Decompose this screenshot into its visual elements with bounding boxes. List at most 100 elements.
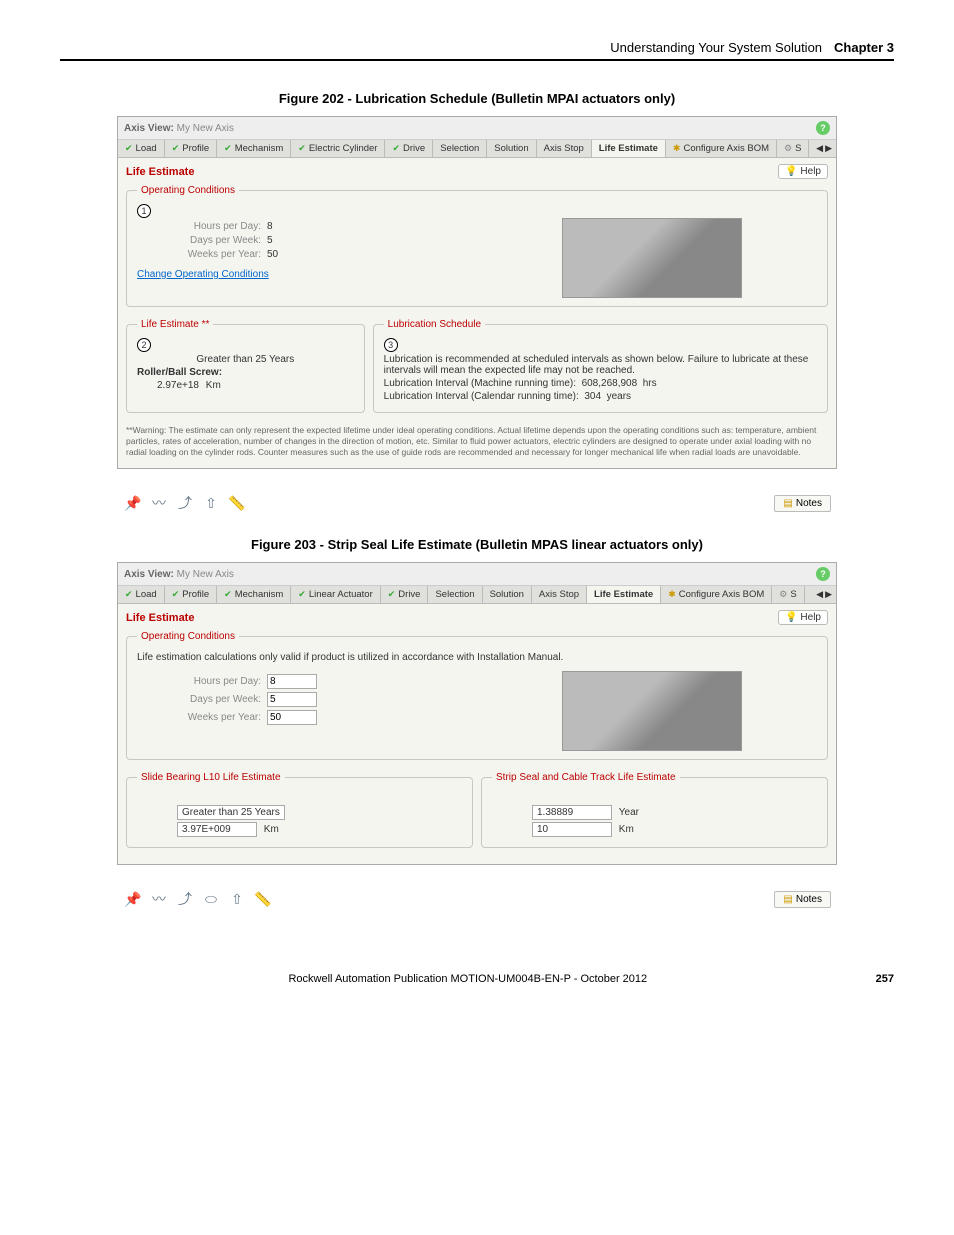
actuator-image: [562, 671, 742, 751]
check-icon: ✔: [224, 589, 232, 600]
lubrication-note: Lubrication is recommended at scheduled …: [384, 354, 817, 376]
oc-note: Life estimation calculations only valid …: [137, 652, 817, 663]
tab-drive[interactable]: ✔Drive: [385, 140, 433, 157]
lubrication-schedule-legend: Lubrication Schedule: [384, 319, 485, 330]
tab-scroll: ◀ ▶: [812, 586, 836, 603]
tab-scroll-right-icon[interactable]: ▶: [825, 143, 832, 154]
ruler-icon[interactable]: 📏: [227, 493, 247, 513]
hours-per-day-input[interactable]: [267, 674, 317, 689]
life-estimate-fieldset: Life Estimate ** 2 Greater than 25 Years…: [126, 319, 365, 413]
gt25-text: Greater than 25 Years: [137, 354, 354, 365]
weeks-per-year-input[interactable]: [267, 710, 317, 725]
page-footer: Rockwell Automation Publication MOTION-U…: [60, 933, 894, 985]
tab-life-estimate[interactable]: Life Estimate: [587, 586, 661, 603]
tab-drive[interactable]: ✔Drive: [381, 586, 429, 603]
gear-icon: ⚙: [779, 589, 787, 600]
axis-view-row: Axis View: My New Axis ?: [118, 563, 836, 586]
tab-scroll-left-icon[interactable]: ◀: [816, 143, 823, 154]
operating-conditions-fieldset: Operating Conditions Life estimation cal…: [126, 631, 828, 760]
notes-button[interactable]: ▤Notes: [774, 495, 831, 512]
gear-icon: ⚙: [784, 143, 792, 154]
tab-profile[interactable]: ✔Profile: [165, 586, 217, 603]
callout-1: 1: [137, 204, 151, 218]
slide-bearing-km-unit: Km: [264, 824, 279, 835]
help-icon[interactable]: ?: [816, 121, 830, 135]
check-icon: ✔: [298, 589, 306, 600]
curve-icon[interactable]: 〰: [149, 889, 169, 909]
tab-selection[interactable]: Selection: [428, 586, 482, 603]
tab-axis-stop[interactable]: Axis Stop: [532, 586, 587, 603]
tab-life-estimate[interactable]: Life Estimate: [592, 140, 666, 157]
app-window-202: Axis View: My New Axis ? ✔Load ✔Profile …: [117, 116, 837, 469]
panel-title: Life Estimate: [126, 166, 194, 178]
callout-2: 2: [137, 338, 151, 352]
tab-extra[interactable]: ⚙S: [772, 586, 804, 603]
tab-electric-cylinder[interactable]: ✔Electric Cylinder: [291, 140, 385, 157]
app-window-203: Axis View: My New Axis ? ✔Load ✔Profile …: [117, 562, 837, 865]
slide-bearing-legend: Slide Bearing L10 Life Estimate: [137, 772, 285, 783]
upload-icon[interactable]: ⇧: [201, 493, 221, 513]
tab-mechanism[interactable]: ✔Mechanism: [217, 586, 291, 603]
calendar-interval-unit: years: [607, 391, 631, 402]
help-icon[interactable]: ?: [816, 567, 830, 581]
strip-seal-km-unit: Km: [619, 824, 634, 835]
check-icon: ✔: [172, 143, 180, 154]
tab-mechanism[interactable]: ✔Mechanism: [217, 140, 291, 157]
tab-scroll-right-icon[interactable]: ▶: [825, 589, 832, 600]
panel-body: Life Estimate 💡Help Operating Conditions…: [118, 158, 836, 468]
notes-button[interactable]: ▤Notes: [774, 891, 831, 908]
roller-ball-screw-label: Roller/Ball Screw:: [137, 367, 222, 378]
check-icon: ✔: [224, 143, 232, 154]
slide-bearing-km: 3.97E+009: [177, 822, 257, 837]
tab-scroll-left-icon[interactable]: ◀: [816, 589, 823, 600]
tab-load[interactable]: ✔Load: [118, 586, 165, 603]
tab-axis-stop[interactable]: Axis Stop: [537, 140, 592, 157]
check-icon: ✔: [125, 589, 133, 600]
header-section: Understanding Your System Solution: [610, 40, 822, 55]
check-icon: ✔: [172, 589, 180, 600]
curve-icon[interactable]: 〰: [149, 493, 169, 513]
pushpin-icon[interactable]: 📌: [123, 493, 143, 513]
tab-extra[interactable]: ⚙S: [777, 140, 809, 157]
upload-icon[interactable]: ⇧: [227, 889, 247, 909]
tab-selection[interactable]: Selection: [433, 140, 487, 157]
actuator-icon[interactable]: ⬭: [201, 889, 221, 909]
life-estimate-legend: Life Estimate **: [137, 319, 213, 330]
machine-interval-unit: hrs: [643, 378, 657, 389]
page-number: 257: [876, 973, 894, 985]
publication-info: Rockwell Automation Publication MOTION-U…: [288, 973, 647, 985]
axis-name: My New Axis: [177, 123, 234, 134]
tab-profile[interactable]: ✔Profile: [165, 140, 217, 157]
tab-solution[interactable]: Solution: [483, 586, 532, 603]
hours-per-day-value: 8: [267, 221, 297, 232]
days-per-week-label: Days per Week:: [137, 694, 267, 705]
tab-configure-bom[interactable]: ✱Configure Axis BOM: [666, 140, 777, 157]
days-per-week-value: 5: [267, 235, 297, 246]
export-icon[interactable]: ⤴: [175, 889, 195, 909]
hours-per-day-label: Hours per Day:: [137, 221, 267, 232]
change-operating-conditions-link[interactable]: Change Operating Conditions: [137, 269, 269, 280]
life-estimate-value: 2.97e+18: [157, 380, 199, 391]
pushpin-icon[interactable]: 📌: [123, 889, 143, 909]
note-icon: ▤: [783, 498, 792, 509]
tab-solution[interactable]: Solution: [487, 140, 536, 157]
lubrication-schedule-fieldset: Lubrication Schedule 3 Lubrication is re…: [373, 319, 828, 413]
operating-conditions-legend: Operating Conditions: [137, 185, 239, 196]
days-per-week-input[interactable]: [267, 692, 317, 707]
weeks-per-year-label: Weeks per Year:: [137, 249, 267, 260]
tool-icons: 📌 〰 ⤴ ⇧ 📏: [123, 493, 247, 513]
ruler-icon[interactable]: 📏: [253, 889, 273, 909]
tab-linear-actuator[interactable]: ✔Linear Actuator: [291, 586, 380, 603]
strip-seal-year-unit: Year: [619, 807, 639, 818]
actuator-image: [562, 218, 742, 298]
export-icon[interactable]: ⤴: [175, 493, 195, 513]
tab-load[interactable]: ✔Load: [118, 140, 165, 157]
help-button[interactable]: 💡Help: [778, 164, 828, 179]
tab-configure-bom[interactable]: ✱Configure Axis BOM: [661, 586, 772, 603]
help-button[interactable]: 💡Help: [778, 610, 828, 625]
axis-view-label: Axis View:: [124, 569, 174, 580]
machine-interval-label: Lubrication Interval (Machine running ti…: [384, 378, 576, 389]
axis-name: My New Axis: [177, 569, 234, 580]
page-header: Understanding Your System Solution Chapt…: [60, 40, 894, 61]
note-icon: ▤: [783, 894, 792, 905]
